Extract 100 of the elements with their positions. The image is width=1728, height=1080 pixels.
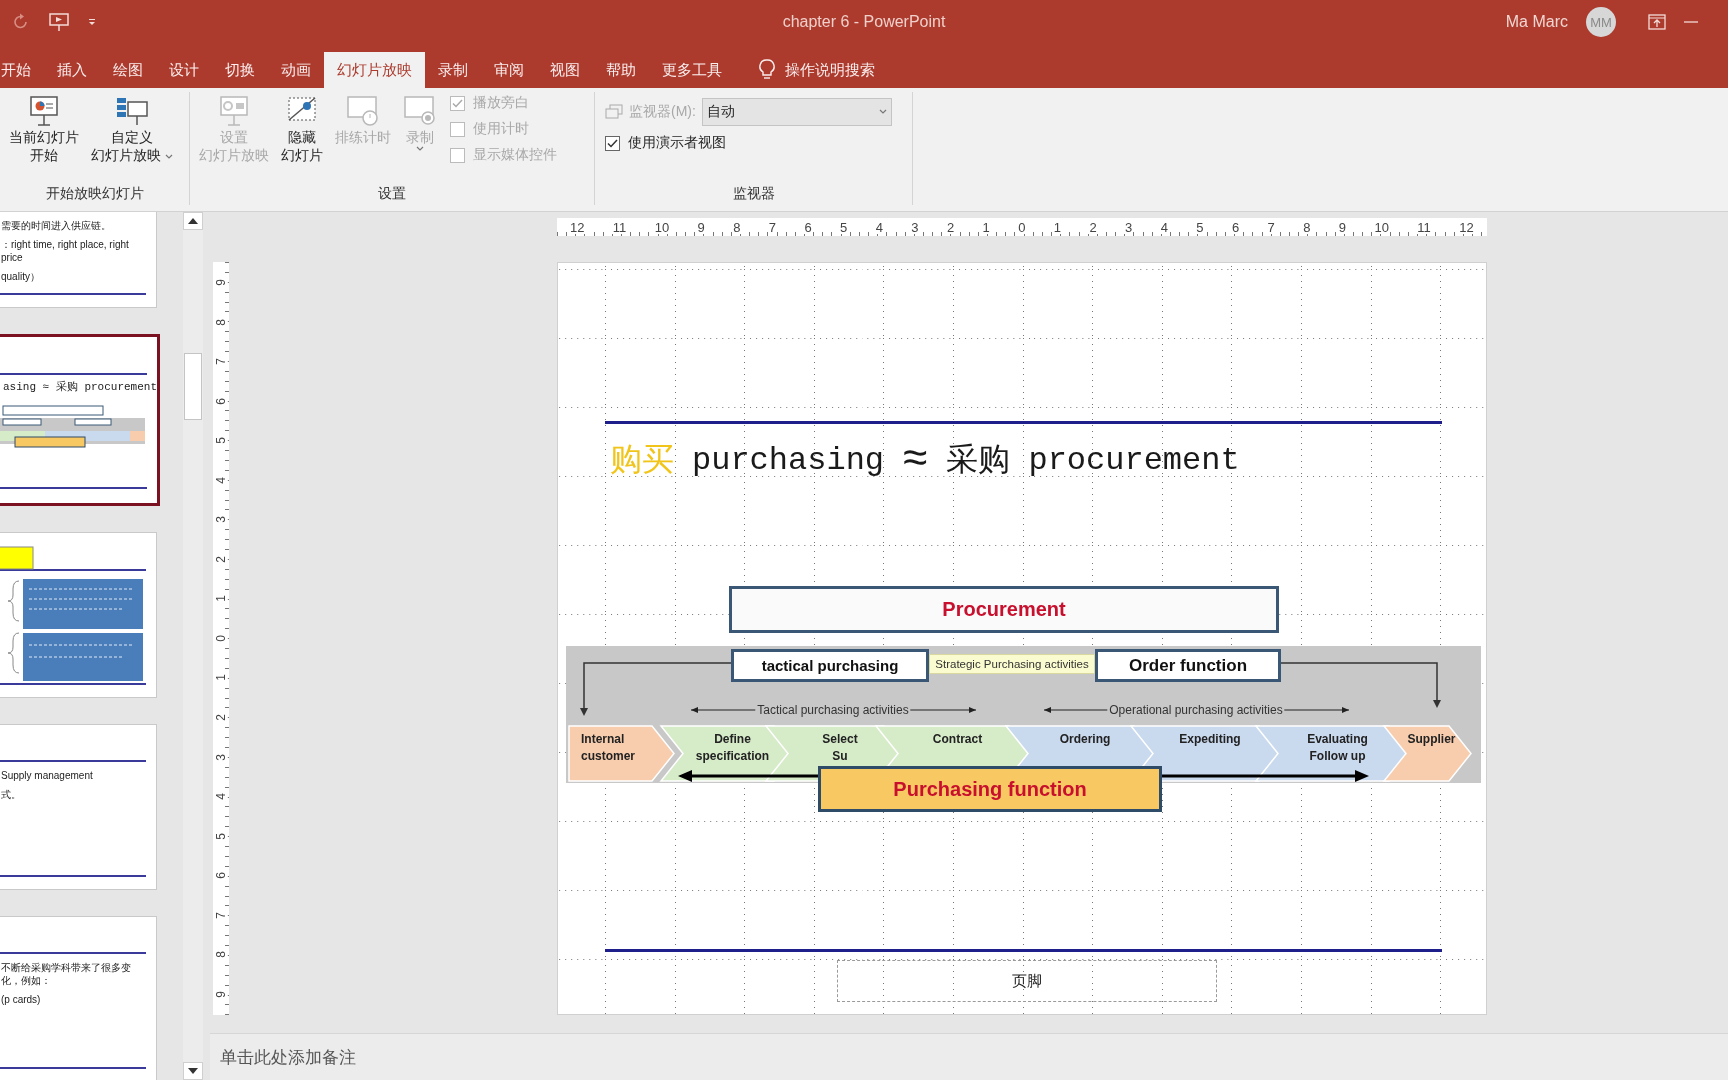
ruler-number: 8 (1302, 220, 1312, 234)
step-label: Contract (932, 732, 983, 746)
ruler-number: 8 (214, 318, 228, 326)
ruler-number: 7 (214, 911, 228, 919)
group-label: 设置 (377, 185, 407, 203)
ruler-number: 3 (910, 220, 920, 234)
caret-icon (878, 109, 887, 115)
ruler-number: 5 (839, 220, 849, 234)
footer-placeholder[interactable]: 页脚 (837, 960, 1217, 1002)
ribbon-button[interactable]: 当前幻灯片 开始 (4, 92, 84, 166)
ruler-number: 2 (214, 556, 228, 563)
monitor-icon (605, 104, 623, 120)
thumbnail-text: 需要的时间进入供应链。 (1, 219, 112, 232)
ruler-number: 7 (767, 220, 778, 234)
scroll-down-button[interactable] (183, 1062, 203, 1080)
ruler-number: 2 (214, 714, 228, 721)
presentation-setup-icon (217, 94, 251, 128)
ribbon-tab[interactable]: 设计 (156, 52, 212, 88)
ruler-number: 3 (214, 516, 228, 524)
thumbnail-text: Supply management (1, 769, 94, 782)
check-icon (607, 138, 618, 148)
ruler-number: 3 (214, 753, 228, 761)
ribbon-tab[interactable]: 审阅 (481, 52, 537, 88)
ruler-number: 4 (214, 476, 228, 484)
window-title: chapter 6 - PowerPoint (782, 13, 946, 31)
ribbon-button[interactable]: 隐藏 幻灯片 (276, 92, 328, 166)
ruler-number: 0 (214, 635, 228, 642)
ruler-number: 6 (214, 872, 228, 880)
order-function-box: Order function (1095, 649, 1281, 682)
ribbon-tab[interactable]: 录制 (425, 52, 481, 88)
slide-thumbnail[interactable]: asing ≈ 采购 procurement (0, 334, 160, 506)
step-label: Internal customer (581, 732, 636, 763)
ruler-number: 3 (1124, 220, 1134, 234)
group-label: 监视器 (731, 185, 776, 203)
up-arrow-icon (188, 218, 198, 224)
ruler-number: 9 (1337, 220, 1348, 234)
slide-title-text: ≈ (902, 435, 929, 485)
ruler-number: 8 (732, 220, 742, 234)
stopwatch-screen-icon (346, 94, 380, 128)
lightbulb-icon (759, 59, 775, 81)
down-arrow-icon (188, 1068, 198, 1074)
ruler-number: 7 (214, 358, 228, 365)
slide-thumbnail[interactable]: 不断给采购学科带来了很多变化，例如： (p cards) (0, 916, 157, 1080)
ruler-number: 1 (214, 595, 228, 603)
checkbox[interactable]: 使用演示者视图 (605, 134, 892, 152)
tell-me-search[interactable]: 操作说明搜索 (759, 52, 875, 88)
ruler-number: 5 (214, 437, 228, 445)
thumbnail-text: ：right time, right place, right price (1, 238, 130, 264)
check-icon (452, 98, 463, 108)
ruler-number: 4 (874, 220, 884, 234)
ruler-number: 4 (1159, 220, 1169, 234)
slideshow-icon[interactable] (48, 12, 70, 32)
ribbon-tab[interactable]: 帮助 (593, 52, 649, 88)
ribbon-tab[interactable]: 插入 (44, 52, 100, 88)
ruler-number: 10 (653, 220, 671, 234)
step-label: Select Su (822, 732, 858, 763)
ribbon-tab[interactable]: 绘图 (100, 52, 156, 88)
purchasing-function-box: Purchasing function (818, 766, 1162, 812)
ruler-number: 9 (214, 279, 228, 286)
thumbnail-text: 不断给采购学科带来了很多变化，例如： (1, 961, 132, 987)
ruler-number: 1 (1052, 220, 1063, 234)
ribbon-tab[interactable]: 更多工具 (649, 52, 735, 88)
slide-thumbnail[interactable]: Supply management 式。 (0, 724, 157, 890)
ruler-number: 7 (1266, 220, 1276, 234)
ribbon-tab[interactable]: 视图 (537, 52, 593, 88)
ruler-number: 1 (981, 220, 991, 234)
scrollbar-thumb[interactable] (184, 353, 202, 420)
ribbon-button[interactable]: 自定义 幻灯片放映 (86, 92, 178, 166)
ruler-number: 12 (1458, 220, 1475, 234)
scroll-up-button[interactable] (183, 212, 203, 230)
range-label: Operational purchasing activities (1107, 703, 1285, 717)
ruler-number: 2 (1088, 220, 1098, 234)
ruler-number: 12 (569, 220, 586, 234)
redo-icon[interactable] (12, 13, 30, 31)
ruler-number: 6 (803, 220, 813, 234)
ruler-number: 8 (214, 951, 228, 959)
ribbon-display-icon[interactable] (1648, 14, 1666, 30)
notes-placeholder[interactable]: 单击此处添加备注 (210, 1033, 1728, 1080)
ruler-number: 4 (214, 793, 228, 800)
slide-title-text: 采购 (946, 442, 1011, 482)
caret-icon (164, 154, 173, 160)
slide-title-text: 购买 (610, 442, 674, 482)
slide-thumbnail[interactable]: 需要的时间进入供应链。 ：right time, right place, right price quality） (0, 212, 157, 308)
ruler-number: 11 (611, 220, 628, 234)
ribbon-tab[interactable]: 幻灯片放映 (324, 52, 425, 88)
procurement-box: Procurement (729, 586, 1279, 633)
record-screen-icon (403, 94, 437, 128)
thumbnail-text: 式。 (1, 788, 22, 801)
ruler-number: 9 (696, 220, 706, 234)
user-name: Ma Marc (1505, 13, 1568, 31)
monitor-label: 监视器(M): (629, 103, 696, 121)
step-label: Ordering (1059, 732, 1111, 746)
ribbon-tab[interactable]: 动画 (268, 52, 324, 88)
ribbon-tab[interactable]: 切换 (212, 52, 268, 88)
ribbon-tab[interactable]: 开始 (0, 52, 44, 88)
ruler-number: 10 (1373, 220, 1390, 234)
ruler-number: 11 (1416, 220, 1432, 234)
ruler-number: 5 (1195, 220, 1205, 234)
minimize-icon[interactable] (1684, 20, 1698, 24)
customize-caret-icon[interactable] (88, 18, 96, 26)
